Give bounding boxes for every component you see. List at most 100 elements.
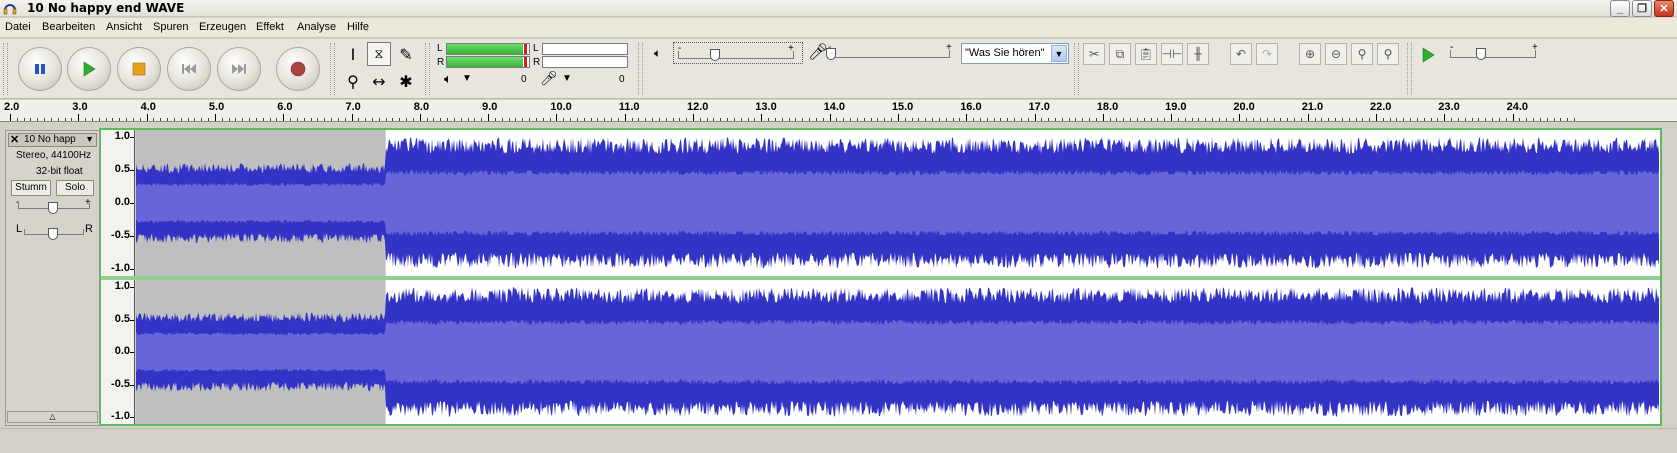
gain-knob[interactable]: [48, 202, 58, 214]
waveform-right-channel[interactable]: [136, 280, 1660, 424]
slider-knob[interactable]: [1476, 48, 1486, 60]
chevron-down-icon[interactable]: ▼: [85, 134, 94, 144]
pause-icon: [35, 64, 45, 74]
rec-meter-menu-icon[interactable]: ▼: [562, 73, 572, 84]
ruler-minor-tick: [467, 118, 469, 121]
undo-button[interactable]: ↶: [1230, 43, 1252, 65]
timeline-ruler[interactable]: 2.0 3.0 4.0 5.0 6.0 7.0 8.0 9.0 10.0 11.0 12.0 13.0…: [0, 100, 1677, 122]
input-source-select[interactable]: "Was Sie hören" ▼: [961, 43, 1069, 64]
skip-to-end-button[interactable]: [217, 47, 261, 91]
menu-effekt[interactable]: Effekt: [256, 21, 284, 33]
ruler-minor-tick: [843, 118, 845, 121]
meter-fill: [447, 44, 524, 54]
minimize-button[interactable]: _: [1610, 0, 1630, 17]
trim-icon: ⊣⊢: [1161, 47, 1183, 61]
draw-tool[interactable]: ✎: [394, 42, 418, 66]
paste-button[interactable]: 📋︎: [1135, 43, 1157, 65]
mute-button[interactable]: Stumm: [11, 180, 51, 196]
amplitude-label: -0.5: [111, 229, 130, 241]
close-icon[interactable]: ✕: [10, 133, 19, 146]
menu-analyse[interactable]: Analyse: [297, 21, 336, 33]
toolbar-grip[interactable]: [638, 43, 643, 95]
track-name[interactable]: 10 No happ: [24, 134, 76, 145]
menu-spuren[interactable]: Spuren: [153, 21, 188, 33]
ruler-minor-tick: [310, 118, 312, 121]
pan-knob[interactable]: [48, 228, 58, 240]
amplitude-tick: [130, 287, 134, 288]
menu-hilfe[interactable]: Hilfe: [347, 21, 369, 33]
amplitude-label: 1.0: [114, 280, 130, 292]
ruler-minor-tick: [1341, 118, 1343, 121]
ruler-minor-tick: [1225, 118, 1227, 121]
rec-meter-r-label: R: [533, 57, 541, 68]
ruler-minor-tick: [1498, 118, 1500, 121]
toolbar-grip[interactable]: [1074, 43, 1079, 95]
ruler-minor-tick: [713, 118, 715, 121]
cut-button[interactable]: ✂: [1083, 43, 1105, 65]
zoom-in-button[interactable]: ⊕: [1299, 43, 1321, 65]
play-at-speed-icon[interactable]: [1420, 47, 1436, 63]
input-volume-slider[interactable]: - +: [826, 42, 954, 64]
ruler-label: 15.0: [891, 101, 914, 113]
stop-button[interactable]: [117, 47, 161, 91]
ruler-minor-tick: [1061, 118, 1063, 121]
play-meter-menu-icon[interactable]: ▼: [462, 73, 472, 84]
menu-datei[interactable]: Datei: [5, 21, 31, 33]
toolbar-grip[interactable]: [1407, 43, 1412, 95]
solo-button[interactable]: Solo: [56, 180, 94, 196]
ruler-minor-tick: [932, 118, 934, 121]
menu-erzeugen[interactable]: Erzeugen: [199, 21, 246, 33]
redo-button[interactable]: ↷: [1256, 43, 1278, 65]
copy-button[interactable]: ⧉: [1109, 43, 1131, 65]
trim-button[interactable]: ⊣⊢: [1161, 43, 1183, 65]
ruler-minor-tick: [406, 118, 408, 121]
record-button[interactable]: [276, 47, 320, 91]
ruler-minor-tick: [235, 118, 237, 121]
menu-ansicht[interactable]: Ansicht: [106, 21, 142, 33]
toolbar-grip[interactable]: [3, 43, 8, 95]
play-button[interactable]: [67, 47, 111, 91]
output-volume-slider[interactable]: - +: [673, 42, 803, 64]
toolbar-grip[interactable]: [425, 43, 430, 95]
timeshift-tool[interactable]: ↔: [367, 69, 391, 93]
track-header[interactable]: ✕ 10 No happ ▼: [8, 133, 97, 147]
ruler-minor-tick: [1014, 118, 1015, 121]
ruler-minor-tick: [228, 118, 230, 121]
horizontal-scrollbar-area[interactable]: [0, 428, 1677, 453]
slider-knob[interactable]: [826, 48, 836, 60]
ruler-minor-tick: [30, 118, 32, 121]
minimize-icon: _: [1616, 2, 1624, 15]
zoom-tool[interactable]: ⚲: [341, 69, 365, 93]
mic-meter-icon[interactable]: 🎤︎: [540, 70, 558, 87]
collapse-track-button[interactable]: △: [7, 411, 98, 423]
ruler-tick: [146, 114, 148, 121]
waveform-left-channel[interactable]: [136, 130, 1660, 276]
zoom-out-button[interactable]: ⊖: [1325, 43, 1347, 65]
skip-to-start-button[interactable]: [167, 47, 211, 91]
slider-knob[interactable]: [710, 49, 720, 61]
ruler-label: 17.0: [1028, 101, 1050, 113]
ruler-minor-tick: [378, 118, 380, 121]
menu-bearbeiten[interactable]: Bearbeiten: [42, 21, 95, 33]
silence-button[interactable]: ╫: [1187, 43, 1209, 65]
amplitude-label: -0.5: [111, 377, 130, 390]
ruler-label: 2.0: [4, 101, 20, 113]
playback-speed-slider[interactable]: - +: [1448, 42, 1540, 64]
ruler-minor-tick: [180, 118, 182, 121]
close-button[interactable]: ✕: [1654, 0, 1674, 17]
ruler-minor-tick: [1150, 118, 1152, 121]
fit-selection-button[interactable]: ⚲: [1351, 43, 1373, 65]
speaker-meter-icon[interactable]: 🔈︎: [444, 71, 452, 87]
selection-tool[interactable]: Ι: [341, 42, 365, 66]
ruler-minor-tick: [331, 118, 332, 121]
ruler-minor-tick: [877, 118, 879, 121]
toolbar-grip[interactable]: [330, 43, 335, 95]
pause-button[interactable]: [18, 47, 62, 91]
maximize-button[interactable]: ❐: [1632, 0, 1652, 17]
ruler-tick: [1444, 114, 1446, 121]
envelope-tool[interactable]: ⧖: [367, 42, 391, 66]
multi-tool[interactable]: ✱: [394, 69, 418, 93]
chevron-down-icon[interactable]: ▼: [1051, 45, 1067, 62]
asterisk-icon: ✱: [399, 71, 413, 91]
fit-project-button[interactable]: ⚲: [1377, 43, 1399, 65]
